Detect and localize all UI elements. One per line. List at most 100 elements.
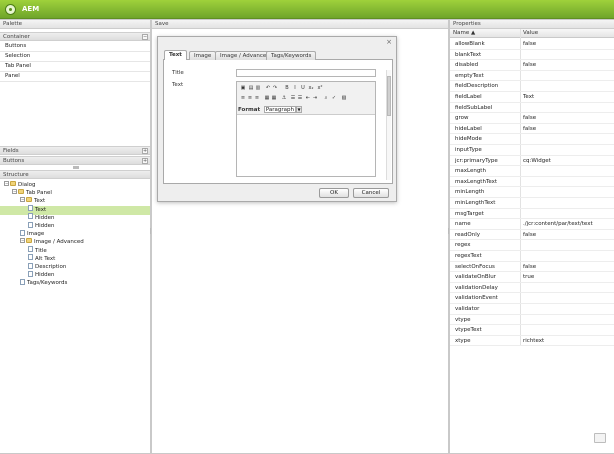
property-value[interactable]: false	[523, 60, 611, 70]
superscript-icon[interactable]: x²	[317, 85, 323, 91]
collapse-icon[interactable]: −	[142, 34, 148, 40]
page-icon	[28, 254, 33, 261]
dialog-scrollbar[interactable]	[386, 70, 391, 180]
numbered-list-icon[interactable]: ☰	[297, 95, 303, 101]
property-value[interactable]: false	[523, 230, 611, 240]
property-row[interactable]: validationDelay	[450, 283, 614, 294]
property-row[interactable]: fieldSubLabel	[450, 103, 614, 114]
column-header-name[interactable]: Name ▲	[453, 29, 475, 38]
cancel-button[interactable]: Cancel	[353, 188, 389, 198]
property-row[interactable]: maxLengthText	[450, 177, 614, 188]
fields-section-header[interactable]: Fields +	[0, 146, 150, 155]
property-row[interactable]: regex	[450, 240, 614, 251]
property-row[interactable]: vtype	[450, 315, 614, 326]
property-value[interactable]: false	[523, 113, 611, 123]
paste-text-icon[interactable]: ▤	[248, 85, 254, 91]
align-right-icon[interactable]: ≡	[254, 95, 260, 101]
property-row[interactable]: disabled false	[450, 60, 614, 71]
tree-collapse-icon[interactable]: −	[20, 197, 25, 203]
tree-node-label: Hidden	[35, 272, 55, 279]
container-section-header[interactable]: Container −	[0, 32, 150, 41]
property-row[interactable]: fieldDescription	[450, 81, 614, 92]
horizontal-splitter-handle[interactable]	[73, 166, 79, 169]
property-row[interactable]: name ./jcr:content/par/text/text	[450, 219, 614, 230]
paste-icon[interactable]: ▣	[240, 85, 246, 91]
property-row[interactable]: msgTarget	[450, 209, 614, 220]
tree-collapse-icon[interactable]: −	[20, 238, 25, 244]
property-value[interactable]: cq:Widget	[523, 156, 611, 166]
ok-button[interactable]: OK	[319, 188, 349, 198]
property-row[interactable]: maxLength	[450, 166, 614, 177]
tree-collapse-icon[interactable]: −	[4, 181, 9, 186]
resize-icon[interactable]	[594, 433, 606, 443]
table-icon[interactable]: ▦	[271, 95, 277, 101]
property-value[interactable]: false	[523, 39, 611, 49]
property-row[interactable]: hideMode	[450, 134, 614, 145]
expand-icon[interactable]: +	[142, 158, 148, 164]
title-input[interactable]	[236, 69, 376, 77]
underline-icon[interactable]: U	[300, 85, 306, 91]
property-value[interactable]: Text	[523, 92, 611, 102]
format-select[interactable]: Paragraph	[263, 106, 297, 113]
property-name: fieldLabel	[455, 94, 482, 100]
close-icon[interactable]: ×	[386, 39, 392, 46]
source-edit-icon[interactable]: ▧	[341, 95, 347, 101]
anchor-icon[interactable]: ⚓	[281, 95, 287, 101]
property-row[interactable]: fieldLabel Text	[450, 92, 614, 103]
palette-item-selection[interactable]: Selection	[0, 52, 150, 62]
palette-item-tab-panel[interactable]: Tab Panel	[0, 62, 150, 72]
find-replace-icon[interactable]: ⌕	[323, 95, 329, 101]
undo-icon[interactable]: ↶	[265, 85, 271, 91]
tree-node[interactable]: Tags/Keywords	[20, 278, 67, 288]
align-center-icon[interactable]: ≡	[247, 95, 253, 101]
property-row[interactable]: vtypeText	[450, 325, 614, 336]
tree-node-label: Hidden	[35, 223, 55, 229]
property-row[interactable]: xtype richtext	[450, 336, 614, 347]
italic-icon[interactable]: I	[292, 85, 298, 91]
image-icon[interactable]: ▦	[264, 95, 270, 101]
buttons-section-header[interactable]: Buttons +	[0, 156, 150, 165]
property-row[interactable]: validateOnBlur true	[450, 272, 614, 283]
tree-node[interactable]: Text	[0, 205, 150, 215]
property-value[interactable]: true	[523, 272, 611, 282]
property-value[interactable]: false	[523, 124, 611, 134]
property-row[interactable]: allowBlank false	[450, 39, 614, 50]
palette-item-buttons[interactable]: Buttons	[0, 42, 150, 52]
bold-icon[interactable]: B	[284, 85, 290, 91]
chevron-down-icon[interactable]: ▼	[296, 106, 303, 113]
align-left-icon[interactable]: ≡	[240, 95, 246, 101]
property-row[interactable]: jcr:primaryType cq:Widget	[450, 156, 614, 167]
property-row[interactable]: regexText	[450, 251, 614, 262]
indent-icon[interactable]: ⇥	[312, 95, 318, 101]
property-row[interactable]: minLength	[450, 187, 614, 198]
property-row[interactable]: hideLabel false	[450, 124, 614, 135]
property-value[interactable]: false	[523, 262, 611, 272]
property-name: selectOnFocus	[455, 263, 495, 270]
tab-tags-keywords[interactable]: Tags/Keywords	[266, 51, 317, 60]
subscript-icon[interactable]: x₂	[308, 85, 314, 91]
property-row[interactable]: selectOnFocus false	[450, 262, 614, 273]
property-row[interactable]: validator	[450, 304, 614, 315]
tree-collapse-icon[interactable]: −	[12, 189, 17, 195]
property-row[interactable]: blankText	[450, 50, 614, 61]
expand-icon[interactable]: +	[142, 148, 148, 154]
property-row[interactable]: readOnly false	[450, 230, 614, 241]
property-row[interactable]: minLengthText	[450, 198, 614, 209]
property-row[interactable]: emptyText	[450, 71, 614, 82]
column-header-value[interactable]: Value	[523, 29, 538, 38]
rich-text-editor[interactable]: Format Paragraph ▼ ▣ ▤ ▥ ↶ ↷ B I Ux₂ x² ≡ ≡ ≡ ▦ ▦ ⚓ ☰ ☰ ⇤ ⇥…	[236, 81, 376, 177]
redo-icon[interactable]: ↷	[272, 85, 278, 91]
property-row[interactable]: inputType	[450, 145, 614, 156]
app-title: AEM	[22, 5, 40, 13]
bulleted-list-icon[interactable]: ☰	[290, 95, 296, 101]
property-row[interactable]: grow false	[450, 113, 614, 124]
tab-image[interactable]: Image	[189, 51, 217, 60]
scrollbar-thumb[interactable]	[387, 76, 391, 116]
property-row[interactable]: validationEvent	[450, 293, 614, 304]
palette-item-panel[interactable]: Panel	[0, 72, 150, 82]
outdent-icon[interactable]: ⇤	[305, 95, 311, 101]
property-value[interactable]: ./jcr:content/par/text/text	[523, 219, 611, 229]
property-value[interactable]: richtext	[523, 336, 611, 346]
paste-word-icon[interactable]: ▥	[255, 85, 261, 91]
spellcheck-icon[interactable]: ✓	[331, 95, 337, 101]
